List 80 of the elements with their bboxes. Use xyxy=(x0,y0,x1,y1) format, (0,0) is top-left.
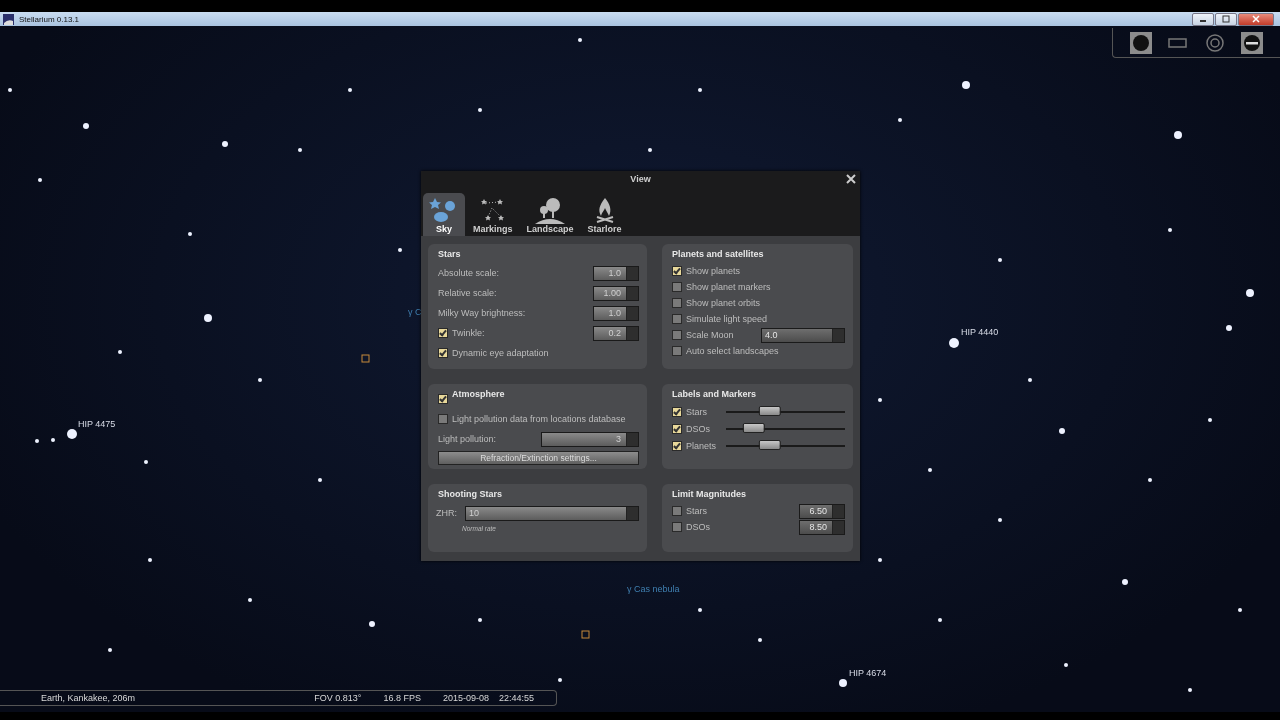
checkbox-label: Auto select landscapes xyxy=(686,346,779,356)
checkbox-label: Stars xyxy=(686,506,707,516)
group-title: Atmosphere xyxy=(452,389,505,399)
checkbox[interactable] xyxy=(672,330,682,340)
checkbox-label: Scale Moon xyxy=(686,330,734,340)
close-icon[interactable] xyxy=(846,174,856,184)
dialog-title: View xyxy=(630,174,651,184)
toolbar-target-icon[interactable] xyxy=(1203,31,1226,54)
field-label: Milky Way brightness: xyxy=(438,308,526,318)
refraction-settings-button[interactable]: Refraction/Extinction settings... xyxy=(438,451,639,465)
maximize-button[interactable] xyxy=(1215,12,1237,26)
spin-box[interactable]: 1.0 xyxy=(593,305,639,321)
tab[interactable]: Sky xyxy=(423,193,465,236)
checkbox[interactable] xyxy=(672,346,682,356)
checkbox-label: Simulate light speed xyxy=(686,314,768,324)
toolbar-circle-icon[interactable] xyxy=(1130,31,1153,54)
group-title: Stars xyxy=(438,249,461,259)
checkbox-label: DSOs xyxy=(686,522,710,532)
star-label: HIP 4674 xyxy=(849,668,887,678)
slider-thumb[interactable] xyxy=(758,405,781,416)
spin-box[interactable]: 0.2 xyxy=(593,325,639,341)
checkbox[interactable] xyxy=(438,394,448,404)
star-label: HIP 4440 xyxy=(961,327,999,337)
date-text: 2015-09-08 xyxy=(442,693,489,703)
field-label: Dynamic eye adaptation xyxy=(452,348,549,358)
field-label: Absolute scale: xyxy=(438,268,500,278)
minimize-button[interactable] xyxy=(1192,12,1214,26)
star-label: γ Cas nebula xyxy=(627,584,680,594)
tab[interactable]: Landscape xyxy=(520,194,580,236)
toolbar-quit-icon[interactable] xyxy=(1240,31,1263,54)
tab[interactable]: Starlore xyxy=(581,194,628,236)
time-text: 22:44:55 xyxy=(498,693,534,703)
group-title: Shooting Stars xyxy=(438,489,502,499)
checkbox[interactable] xyxy=(672,314,682,324)
field-label: Twinkle: xyxy=(452,328,485,338)
checkbox-label: DSOs xyxy=(686,423,711,434)
spin-box[interactable]: 6.50 xyxy=(799,503,845,519)
checkbox-label: Show planets xyxy=(686,266,741,276)
spin-box[interactable]: 3 xyxy=(541,431,639,447)
tab[interactable]: Markings xyxy=(467,194,519,236)
checkbox[interactable] xyxy=(672,266,682,276)
checkbox[interactable] xyxy=(672,282,682,292)
spin-box[interactable]: 10 xyxy=(465,505,639,521)
checkbox[interactable] xyxy=(672,522,682,532)
checkbox-label: Light pollution data from locations database xyxy=(452,414,626,424)
checkbox[interactable] xyxy=(672,506,682,516)
star-label: γ C xyxy=(408,307,422,317)
checkbox[interactable] xyxy=(672,440,682,451)
field-label: Light pollution: xyxy=(438,434,497,444)
checkbox[interactable] xyxy=(438,328,448,338)
window-title: Stellarium 0.13.1 xyxy=(19,14,80,24)
checkbox-label: Planets xyxy=(686,440,718,451)
checkbox[interactable] xyxy=(438,348,448,358)
group-title: Planets and satellites xyxy=(672,249,764,259)
group-title: Limit Magnitudes xyxy=(672,489,746,499)
spin-box[interactable]: 8.50 xyxy=(799,519,845,535)
checkbox-label: Show planet orbits xyxy=(686,298,761,308)
close-button[interactable] xyxy=(1238,12,1274,26)
checkbox[interactable] xyxy=(672,298,682,308)
checkbox[interactable] xyxy=(672,406,682,417)
slider-thumb[interactable] xyxy=(743,422,765,433)
slider-thumb[interactable] xyxy=(758,439,781,450)
spin-box[interactable]: 1.0 xyxy=(593,265,639,281)
app-icon xyxy=(3,13,14,25)
trees-icon xyxy=(535,196,566,224)
close-icon xyxy=(1252,15,1260,23)
location-text: Earth, Kankakee, 206m xyxy=(41,693,136,703)
field-label: ZHR: xyxy=(436,508,457,518)
spin-box[interactable]: 1.00 xyxy=(593,285,639,301)
maximize-icon xyxy=(1222,15,1230,23)
spin-box[interactable]: 4.0 xyxy=(761,327,845,343)
field-label: Relative scale: xyxy=(438,288,497,298)
checkbox-label: Stars xyxy=(686,406,708,417)
checkbox[interactable] xyxy=(672,423,682,434)
checkbox[interactable] xyxy=(438,414,448,424)
checkbox-label: Show planet markers xyxy=(686,282,771,292)
fps-text: 16.8 FPS xyxy=(383,693,421,703)
fov-text: FOV 0.813° xyxy=(314,693,362,703)
group-title: Labels and Markers xyxy=(672,389,757,399)
star-label: HIP 4475 xyxy=(78,419,116,429)
